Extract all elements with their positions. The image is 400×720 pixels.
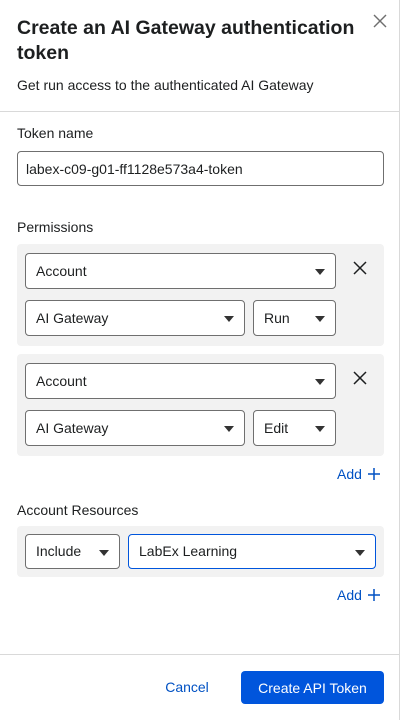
permission-level-select[interactable]: Run [253,300,336,336]
caret-down-icon [224,316,234,322]
create-token-panel: Create an AI Gateway authentication toke… [0,0,400,720]
permission-scope-value: Account [36,263,87,279]
add-permission-button[interactable]: Add [337,466,380,482]
account-value: LabEx Learning [139,543,238,559]
permission-scope-value: Account [36,373,87,389]
permission-level-value: Edit [264,420,289,436]
permission-resource-select[interactable]: AI Gateway [25,410,245,446]
add-resource-button[interactable]: Add [337,587,380,603]
dialog-subtitle: Get run access to the authenticated AI G… [17,77,314,93]
permission-level-select[interactable]: Edit [253,410,336,446]
permission-row: Account AI Gateway Run [17,244,384,346]
permission-resource-value: AI Gateway [36,310,109,326]
permission-level-value: Run [264,310,290,326]
add-resource-label: Add [337,587,362,603]
cancel-button[interactable]: Cancel [150,671,224,703]
permission-scope-select[interactable]: Account [25,363,336,399]
permission-resource-select[interactable]: AI Gateway [25,300,245,336]
caret-down-icon [224,426,234,432]
close-icon [373,14,387,28]
account-resource-row: Include LabEx Learning [17,526,384,577]
close-button[interactable] [370,11,390,31]
remove-permission-button[interactable] [351,369,369,387]
permissions-label: Permissions [17,219,94,235]
caret-down-icon [315,379,325,385]
account-select[interactable]: LabEx Learning [128,534,376,569]
dialog-title: Create an AI Gateway authentication toke… [17,17,355,64]
dialog-header: Create an AI Gateway authentication toke… [0,0,400,112]
account-resources-label: Account Resources [17,502,139,518]
caret-down-icon [355,550,365,556]
caret-down-icon [99,550,109,556]
plus-icon [367,589,380,601]
caret-down-icon [315,316,325,322]
close-icon [353,371,367,385]
permission-row: Account AI Gateway Edit [17,354,384,456]
close-icon [353,261,367,275]
caret-down-icon [315,269,325,275]
remove-permission-button[interactable] [351,259,369,277]
token-name-label: Token name [17,125,94,141]
create-api-token-button[interactable]: Create API Token [241,671,384,704]
permission-resource-value: AI Gateway [36,420,109,436]
token-name-input[interactable] [17,151,384,186]
add-permission-label: Add [337,466,362,482]
include-mode-select[interactable]: Include [25,534,120,569]
caret-down-icon [315,426,325,432]
plus-icon [367,468,380,480]
permission-scope-select[interactable]: Account [25,253,336,289]
include-mode-value: Include [36,543,82,559]
